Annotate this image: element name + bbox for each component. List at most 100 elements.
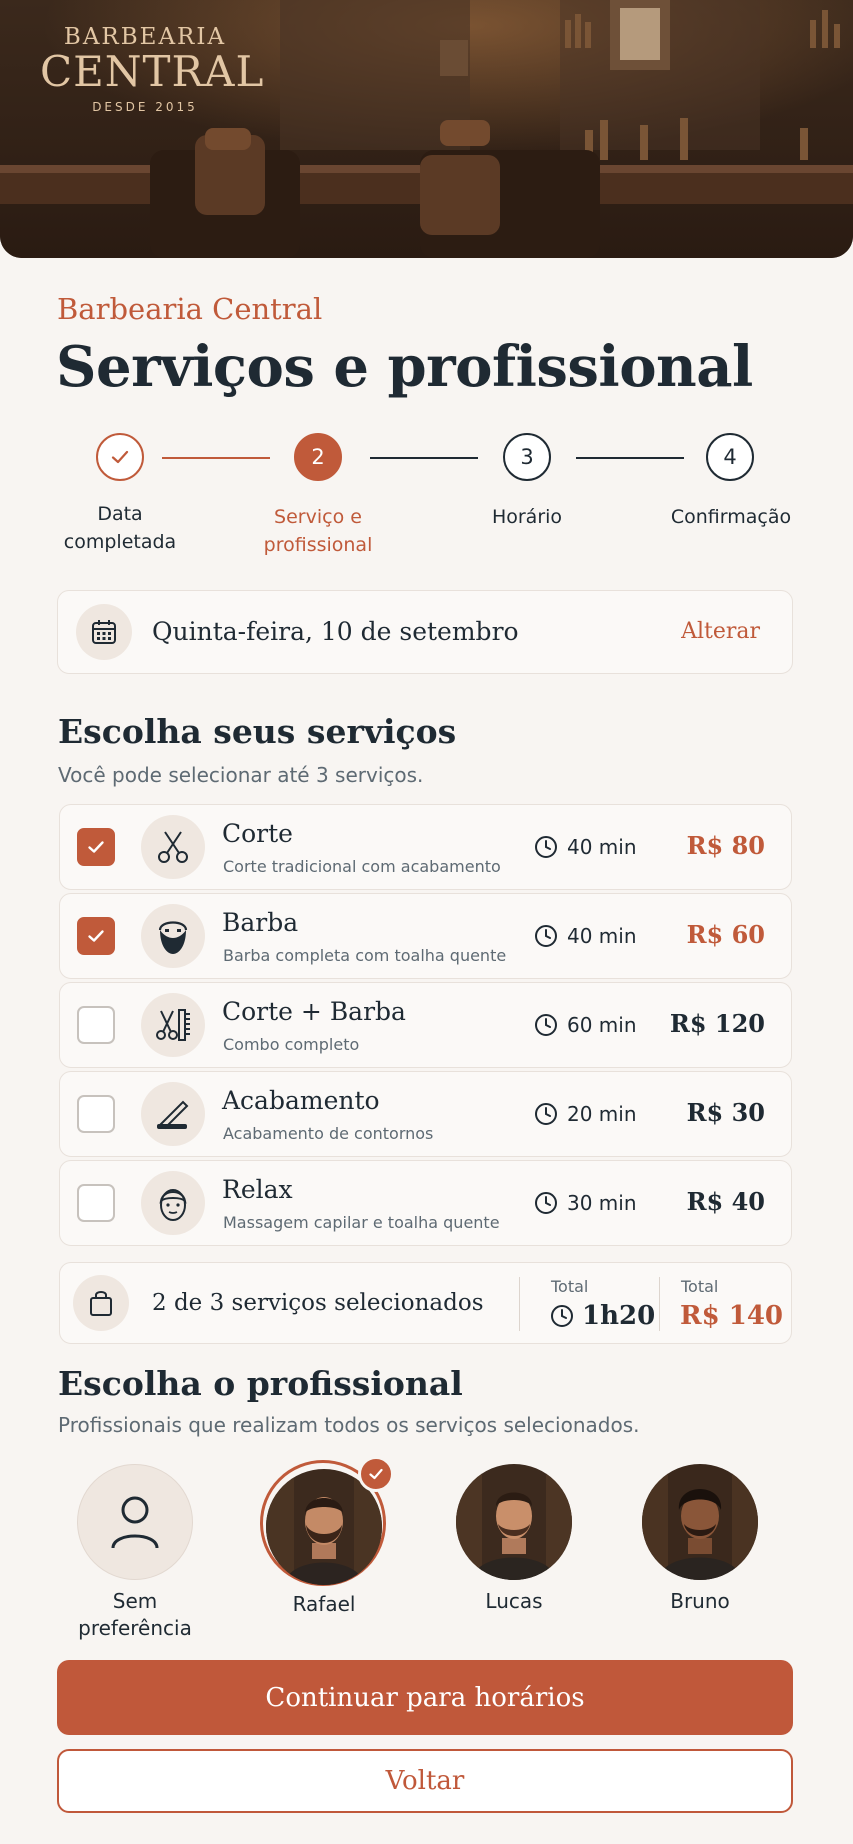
sign-line-2: CENTRAL bbox=[40, 47, 265, 96]
step-1-label: Data completada bbox=[63, 503, 177, 553]
sign-line-3: DESDE 2015 bbox=[92, 100, 198, 115]
professional-name: Sem preferência bbox=[78, 1589, 192, 1640]
beard-icon bbox=[158, 921, 188, 954]
service-checkbox[interactable] bbox=[77, 828, 115, 866]
service-icon-wrap bbox=[141, 993, 205, 1057]
shopping-bag-icon bbox=[90, 1291, 112, 1316]
service-icon-wrap bbox=[141, 1082, 205, 1146]
scissors-comb-icon bbox=[156, 1009, 190, 1041]
service-price: R$ 40 bbox=[686, 1187, 765, 1216]
service-duration-text: 40 min bbox=[567, 924, 637, 948]
step-2-circle[interactable]: 2 bbox=[294, 433, 342, 481]
professional-name: Rafael bbox=[292, 1592, 356, 1616]
check-icon bbox=[111, 450, 129, 464]
service-duration-text: 30 min bbox=[567, 1191, 637, 1215]
professionals-subtitle: Profissionais que realizam todos os serv… bbox=[58, 1413, 640, 1437]
hero-sign: BARBEARIA CENTRAL DESDE 2015 bbox=[40, 24, 265, 115]
service-description: Massagem capilar e toalha quente bbox=[223, 1213, 500, 1232]
service-description: Barba completa com toalha quente bbox=[223, 946, 507, 965]
service-price: R$ 60 bbox=[686, 920, 765, 949]
service-description: Combo completo bbox=[223, 1035, 360, 1054]
clock-icon bbox=[551, 1305, 573, 1327]
service-duration: 60 min bbox=[534, 1013, 637, 1037]
service-description: Corte tradicional com acabamento bbox=[223, 857, 501, 876]
hero-banner: BARBEARIA CENTRAL DESDE 2015 bbox=[0, 0, 853, 258]
continue-button[interactable]: Continuar para horários bbox=[57, 1660, 793, 1735]
service-duration-text: 60 min bbox=[567, 1013, 637, 1037]
check-icon bbox=[88, 930, 104, 942]
service-price: R$ 80 bbox=[686, 831, 765, 860]
professional-name: Lucas bbox=[485, 1589, 543, 1613]
service-row-relax[interactable]: Relax Massagem capilar e toalha quente 3… bbox=[59, 1160, 792, 1246]
step-4-circle[interactable]: 4 bbox=[706, 433, 754, 481]
professional-no-preference[interactable]: Sem preferência bbox=[70, 1464, 200, 1642]
selected-date: Quinta-feira, 10 de setembro bbox=[152, 617, 519, 646]
clock-icon bbox=[535, 1192, 557, 1214]
service-checkbox[interactable] bbox=[77, 1006, 115, 1044]
calendar-icon bbox=[92, 620, 116, 644]
services-subtitle: Você pode selecionar até 3 serviços. bbox=[58, 763, 424, 787]
back-button[interactable]: Voltar bbox=[57, 1749, 793, 1813]
step-connector-3 bbox=[576, 457, 684, 459]
check-icon bbox=[88, 841, 104, 853]
total-price: R$ 140 bbox=[680, 1301, 784, 1331]
service-row-acabamento[interactable]: Acabamento Acabamento de contornos 20 mi… bbox=[59, 1071, 792, 1157]
brand-name: Barbearia Central bbox=[57, 292, 323, 326]
professional-rafael[interactable]: Rafael bbox=[259, 1469, 389, 1618]
service-duration: 30 min bbox=[534, 1191, 637, 1215]
step-3-circle[interactable]: 3 bbox=[503, 433, 551, 481]
change-date-link[interactable]: Alterar bbox=[681, 619, 760, 644]
service-name: Corte bbox=[222, 819, 293, 848]
bruno-photo bbox=[642, 1464, 758, 1580]
service-icon-wrap bbox=[141, 815, 205, 879]
clock-icon bbox=[535, 1103, 557, 1125]
bag-icon-wrap bbox=[73, 1275, 129, 1331]
service-duration: 40 min bbox=[534, 924, 637, 948]
step-4-label: Confirmação bbox=[670, 506, 792, 528]
clock-icon bbox=[535, 925, 557, 947]
step-2-label: Serviço e profissional bbox=[263, 506, 373, 556]
service-duration-text: 20 min bbox=[567, 1102, 637, 1126]
professional-lucas[interactable]: Lucas bbox=[449, 1464, 579, 1615]
summary-divider bbox=[659, 1277, 660, 1331]
total-price-label: Total bbox=[681, 1277, 719, 1296]
service-row-corte-barba[interactable]: Corte + Barba Combo completo 60 min R$ 1… bbox=[59, 982, 792, 1068]
step-connector-2 bbox=[370, 457, 478, 459]
service-name: Acabamento bbox=[222, 1086, 380, 1115]
total-duration: 1h20 bbox=[550, 1301, 655, 1331]
step-1-circle[interactable] bbox=[96, 433, 144, 481]
check-icon bbox=[369, 1468, 383, 1480]
razor-icon bbox=[157, 1100, 189, 1130]
avatar bbox=[456, 1464, 572, 1580]
service-row-corte[interactable]: Corte Corte tradicional com acabamento 4… bbox=[59, 804, 792, 890]
face-towel-icon bbox=[159, 1189, 187, 1221]
services-title: Escolha seus serviços bbox=[58, 712, 457, 751]
lucas-photo bbox=[456, 1464, 572, 1580]
service-checkbox[interactable] bbox=[77, 1184, 115, 1222]
service-duration: 40 min bbox=[534, 835, 637, 859]
service-icon-wrap bbox=[141, 1171, 205, 1235]
service-price: R$ 30 bbox=[686, 1098, 765, 1127]
service-row-barba[interactable]: Barba Barba completa com toalha quente 4… bbox=[59, 893, 792, 979]
clock-icon bbox=[535, 1014, 557, 1036]
step-connector-1 bbox=[162, 457, 270, 459]
page-title: Serviços e profissional bbox=[56, 334, 753, 400]
service-checkbox[interactable] bbox=[77, 917, 115, 955]
service-description: Acabamento de contornos bbox=[223, 1124, 434, 1143]
avatar bbox=[642, 1464, 758, 1580]
total-duration-value: 1h20 bbox=[582, 1301, 656, 1331]
scissors-icon bbox=[158, 831, 188, 863]
professional-bruno[interactable]: Bruno bbox=[635, 1464, 765, 1615]
user-icon bbox=[111, 1496, 159, 1549]
services-list: Corte Corte tradicional com acabamento 4… bbox=[59, 804, 792, 1249]
service-name: Barba bbox=[222, 908, 299, 937]
step-3-label: Horário bbox=[491, 506, 563, 528]
service-duration: 20 min bbox=[534, 1102, 637, 1126]
calendar-icon-wrap bbox=[76, 604, 132, 660]
service-name: Corte + Barba bbox=[222, 997, 406, 1026]
service-icon-wrap bbox=[141, 904, 205, 968]
clock-icon bbox=[535, 836, 557, 858]
service-price: R$ 120 bbox=[669, 1009, 765, 1038]
selected-count-text: 2 de 3 serviços selecionados bbox=[152, 1290, 484, 1316]
service-checkbox[interactable] bbox=[77, 1095, 115, 1133]
